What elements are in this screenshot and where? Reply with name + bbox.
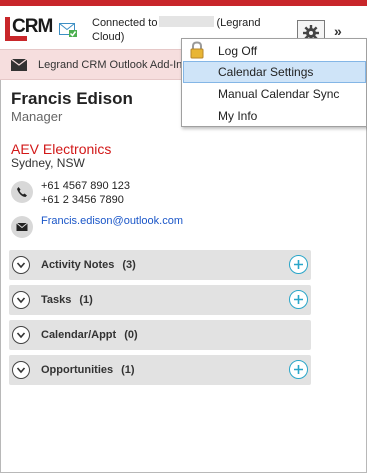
section-opportunities[interactable]: Opportunities (1) xyxy=(9,355,311,385)
envelope-icon xyxy=(11,59,27,71)
contact-location: Sydney, NSW xyxy=(11,156,85,170)
connection-prefix: Connected to xyxy=(92,17,158,29)
chevron-down-icon[interactable] xyxy=(12,291,30,309)
menu-item-my-info[interactable]: My Info xyxy=(183,105,366,127)
email-link[interactable]: Francis.edison@outlook.com xyxy=(41,215,183,227)
phone-icon xyxy=(11,181,33,203)
chevron-down-icon[interactable] xyxy=(12,361,30,379)
connection-line2: Cloud) xyxy=(92,31,125,43)
add-task-button[interactable] xyxy=(289,290,308,309)
menu-item-log-off[interactable]: Log Off xyxy=(183,40,366,62)
lock-icon xyxy=(190,41,204,59)
contact-name: Francis Edison xyxy=(11,89,133,108)
redacted-server-name xyxy=(159,16,215,27)
add-opportunity-button[interactable] xyxy=(289,360,308,379)
settings-dropdown-menu: Log Off Calendar Settings Manual Calenda… xyxy=(181,38,367,127)
chevron-down-icon[interactable] xyxy=(12,256,30,274)
chevron-down-icon[interactable] xyxy=(12,326,30,344)
section-activity-notes[interactable]: Activity Notes (3) xyxy=(9,250,311,280)
connection-mail-icon xyxy=(59,23,77,37)
menu-item-calendar-settings[interactable]: Calendar Settings xyxy=(183,61,366,83)
connection-suffix: (Legrand xyxy=(216,17,261,29)
section-label: Calendar/Appt (0) xyxy=(41,329,138,341)
crm-logo: CRM xyxy=(5,16,53,45)
section-calendar-appt[interactable]: Calendar/Appt (0) xyxy=(9,320,311,350)
menu-item-manual-calendar-sync[interactable]: Manual Calendar Sync xyxy=(183,83,366,105)
add-activity-note-button[interactable] xyxy=(289,255,308,274)
section-label: Opportunities (1) xyxy=(41,364,135,376)
phone-number-1[interactable]: +61 4567 890 123 xyxy=(41,180,130,192)
more-options-button[interactable]: » xyxy=(334,23,342,39)
email-icon xyxy=(11,216,33,238)
addin-title: Legrand CRM Outlook Add-In xyxy=(38,59,181,71)
section-label: Tasks (1) xyxy=(41,294,93,306)
contact-company[interactable]: AEV Electronics xyxy=(11,141,111,157)
section-label: Activity Notes (3) xyxy=(41,259,136,271)
logo-text: CRM xyxy=(12,16,53,37)
phone-number-2[interactable]: +61 2 3456 7890 xyxy=(41,194,124,206)
contact-title: Manager xyxy=(11,109,63,124)
section-tasks[interactable]: Tasks (1) xyxy=(9,285,311,315)
